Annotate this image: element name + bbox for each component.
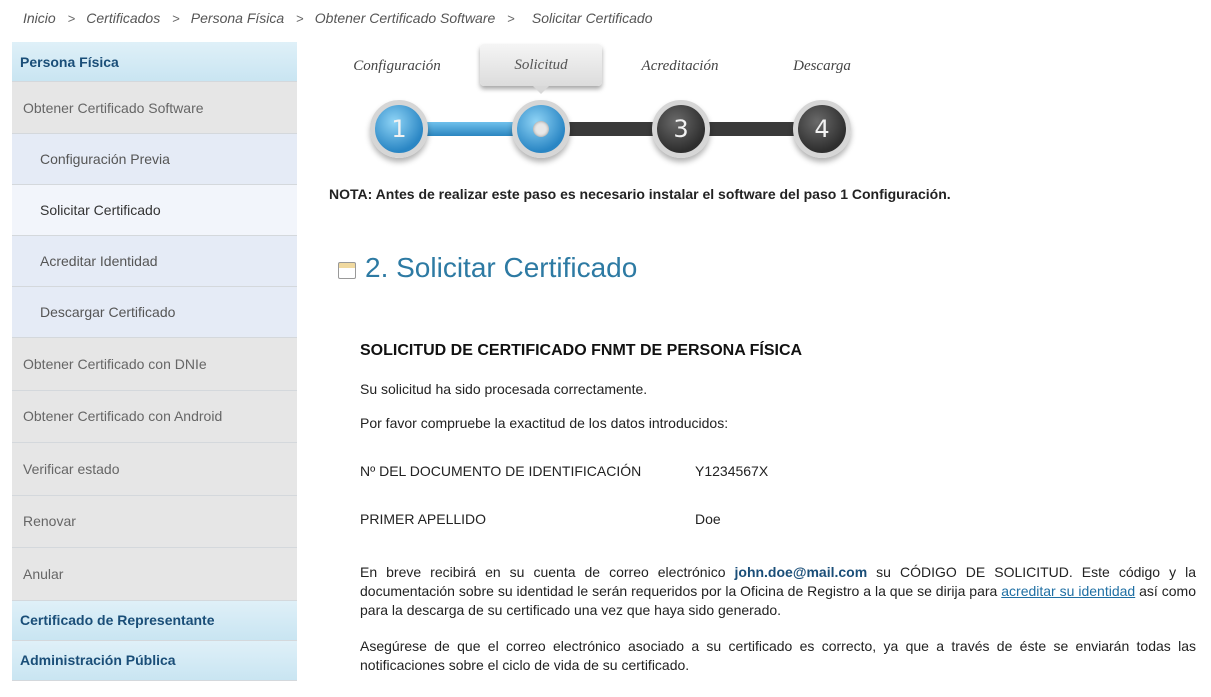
sidebar-nav: Persona Física Obtener Certificado Softw… — [12, 42, 297, 681]
step-number-1: 1 — [391, 115, 407, 143]
field-value-document: Y1234567X — [695, 463, 769, 479]
para1-text-a: En breve recibirá en su cuenta de correo… — [360, 564, 735, 580]
sidebar-item-configuracion-previa[interactable]: Configuración Previa — [12, 134, 297, 185]
acreditar-identidad-link[interactable]: acreditar su identidad — [1001, 583, 1135, 599]
step-circle-4: 4 — [793, 100, 851, 158]
field-label-document: Nº DEL DOCUMENTO DE IDENTIFICACIÓN — [360, 463, 642, 479]
breadcrumb-persona-fisica[interactable]: Persona Física — [191, 10, 284, 26]
breadcrumb-separator: > — [296, 10, 304, 26]
step-circle-3: 3 — [652, 100, 710, 158]
section-heading: SOLICITUD DE CERTIFICADO FNMT DE PERSONA… — [360, 342, 803, 359]
sidebar-item-solicitar-certificado[interactable]: Solicitar Certificado — [12, 185, 297, 236]
breadcrumb: Inicio > Certificados > Persona Física >… — [23, 8, 653, 28]
breadcrumb-separator: > — [507, 10, 515, 26]
current-step-dot-icon — [533, 121, 549, 137]
sidebar-item-dnie[interactable]: Obtener Certificado con DNIe — [12, 338, 297, 391]
breadcrumb-inicio[interactable]: Inicio — [23, 10, 56, 26]
step-label-acreditacion: Acreditación — [641, 58, 719, 74]
step-label-descarga: Descarga — [793, 58, 851, 74]
step-label-configuracion: Configuración — [353, 58, 441, 74]
sidebar-item-verificar-estado[interactable]: Verificar estado — [12, 443, 297, 496]
processed-message: Su solicitud ha sido procesada correctam… — [360, 381, 648, 397]
sidebar-item-descargar-certificado[interactable]: Descargar Certificado — [12, 287, 297, 338]
progress-stepper: Configuración Solicitud Acreditación Des… — [340, 42, 880, 172]
breadcrumb-separator: > — [172, 10, 180, 26]
sidebar-item-renovar[interactable]: Renovar — [12, 495, 297, 548]
email-address: john.doe@mail.com — [734, 564, 868, 580]
step-circle-1: 1 — [370, 100, 428, 158]
field-row-surname: PRIMER APELLIDO Doe — [360, 511, 960, 527]
sidebar-header-representante[interactable]: Certificado de Representante — [12, 600, 297, 641]
step-circle-2-current — [512, 100, 570, 158]
nota-text: NOTA: Antes de realizar este paso es nec… — [329, 186, 951, 202]
breadcrumb-current: Solicitar Certificado — [531, 10, 653, 26]
breadcrumb-obtener-software[interactable]: Obtener Certificado Software — [315, 10, 496, 26]
email-warning-paragraph: Asegúrese de que el correo electrónico a… — [360, 638, 1196, 673]
sidebar-item-acreditar-identidad[interactable]: Acreditar Identidad — [12, 236, 297, 287]
check-message: Por favor compruebe la exactitud de los … — [360, 415, 729, 431]
step-number-3: 3 — [673, 115, 689, 143]
sidebar-item-anular[interactable]: Anular — [12, 548, 297, 601]
step-number-4: 4 — [814, 115, 830, 143]
field-value-surname: Doe — [695, 511, 721, 527]
sidebar-header-administracion[interactable]: Administración Pública — [12, 640, 297, 681]
sidebar-item-obtener-software[interactable]: Obtener Certificado Software — [12, 82, 297, 134]
sidebar-item-android[interactable]: Obtener Certificado con Android — [12, 390, 297, 443]
active-step-pointer — [533, 86, 549, 94]
page-title: 2. Solicitar Certificado — [338, 252, 637, 284]
page-title-text: 2. Solicitar Certificado — [365, 252, 638, 283]
field-row-document: Nº DEL DOCUMENTO DE IDENTIFICACIÓN Y1234… — [360, 463, 960, 479]
sidebar-header-persona-fisica[interactable]: Persona Física — [12, 42, 297, 82]
breadcrumb-separator: > — [67, 10, 76, 26]
field-label-surname: PRIMER APELLIDO — [360, 511, 487, 527]
step-label-solicitud: Solicitud — [480, 44, 602, 86]
breadcrumb-certificados[interactable]: Certificados — [86, 10, 160, 26]
email-info-paragraph: En breve recibirá en su cuenta de correo… — [360, 563, 1196, 620]
calendar-icon — [338, 261, 356, 279]
